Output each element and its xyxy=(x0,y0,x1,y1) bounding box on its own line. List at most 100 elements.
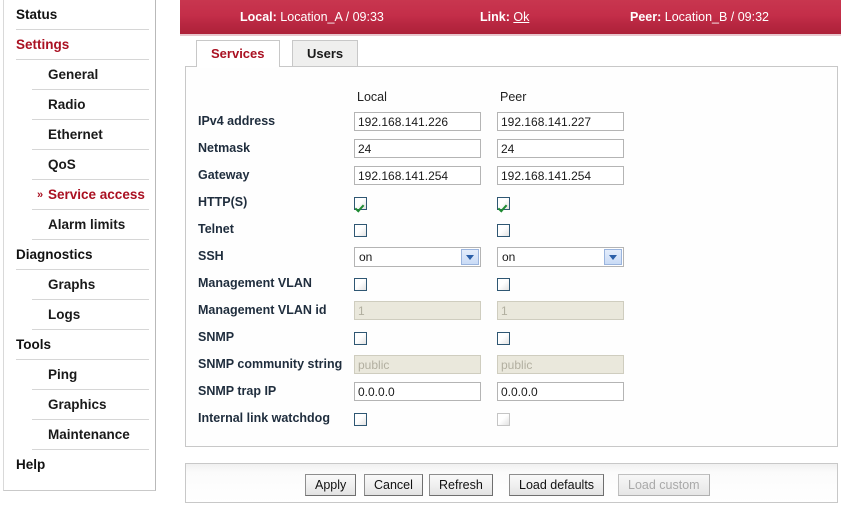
refresh-button[interactable]: Refresh xyxy=(429,474,493,496)
sidebar-item-status[interactable]: Status xyxy=(4,0,155,30)
status-link-value[interactable]: Ok xyxy=(513,10,529,24)
input-peer[interactable] xyxy=(497,139,624,158)
sidebar-item-graphics[interactable]: Graphics xyxy=(4,390,155,420)
sidebar-item-general[interactable]: General xyxy=(4,60,155,90)
input-local[interactable] xyxy=(354,139,481,158)
input-local[interactable] xyxy=(354,166,481,185)
sidebar-item-label: Settings xyxy=(16,37,70,52)
settings-row-label: Telnet xyxy=(198,222,234,236)
settings-row-list: IPv4 address Netmask Gateway HTTP(S) Telnet S… xyxy=(186,111,837,435)
tab-strip: Services Users xyxy=(180,40,841,68)
sidebar-item-label: Help xyxy=(16,457,46,472)
select-peer[interactable]: on xyxy=(497,247,624,267)
app-window: Status Settings General Radio Ethernet QoS » Se… xyxy=(0,0,841,509)
settings-row-label: Management VLAN id xyxy=(198,303,327,317)
settings-row-label: HTTP(S) xyxy=(198,195,248,209)
loadcus-button: Load custom xyxy=(618,474,710,496)
chevron-down-icon[interactable] xyxy=(604,249,622,265)
column-header-peer: Peer xyxy=(500,90,527,104)
status-local: Local: Location_A / 09:33 xyxy=(240,0,384,36)
input-local xyxy=(354,355,481,374)
input-local[interactable] xyxy=(354,112,481,131)
sidebar-item-label: General xyxy=(48,67,99,82)
tab-users[interactable]: Users xyxy=(292,40,359,66)
settings-row: SNMP community string xyxy=(186,354,837,381)
apply-button[interactable]: Apply xyxy=(305,474,357,496)
sidebar-item-label: Diagnostics xyxy=(16,247,93,262)
status-local-prefix: Local: xyxy=(240,10,277,24)
status-peer-prefix: Peer: xyxy=(630,10,662,24)
checkbox-local[interactable] xyxy=(354,332,367,345)
sidebar-item-graphs[interactable]: Graphs xyxy=(4,270,155,300)
sidebar-item-diagnostics[interactable]: Diagnostics xyxy=(4,240,155,270)
sidebar-item-service-access[interactable]: » Service access xyxy=(4,180,155,210)
settings-row: SSH on on xyxy=(186,246,837,273)
sidebar-item-label: Status xyxy=(16,7,58,22)
sidebar-item-label: Alarm limits xyxy=(48,217,126,232)
sidebar-item-label: Service access xyxy=(48,187,145,202)
status-peer: Peer: Location_B / 09:32 xyxy=(630,0,769,36)
selected-arrow-icon: » xyxy=(37,189,44,201)
checkbox-local[interactable] xyxy=(354,224,367,237)
select-value: on xyxy=(502,250,516,264)
sidebar-item-label: Ping xyxy=(48,367,78,382)
column-header-local: Local xyxy=(357,90,387,104)
settings-row: SNMP xyxy=(186,327,837,354)
settings-row: Telnet xyxy=(186,219,837,246)
settings-row-label: Netmask xyxy=(198,141,251,155)
sidebar-item-ethernet[interactable]: Ethernet xyxy=(4,120,155,150)
checkbox-local[interactable] xyxy=(354,278,367,291)
input-peer[interactable] xyxy=(497,112,624,131)
chevron-down-icon[interactable] xyxy=(461,249,479,265)
sidebar-item-label: Maintenance xyxy=(48,427,130,442)
sidebar-item-label: QoS xyxy=(48,157,76,172)
sidebar-item-label: Tools xyxy=(16,337,51,352)
settings-row: Gateway xyxy=(186,165,837,192)
checkbox-local[interactable] xyxy=(354,197,367,210)
sidebar-item-help[interactable]: Help xyxy=(4,450,155,480)
input-peer[interactable] xyxy=(497,166,624,185)
input-local[interactable] xyxy=(354,382,481,401)
sidebar-item-alarm-limits[interactable]: Alarm limits xyxy=(4,210,155,240)
settings-row: HTTP(S) xyxy=(186,192,837,219)
settings-row: SNMP trap IP xyxy=(186,381,837,408)
input-peer[interactable] xyxy=(497,382,624,401)
settings-row-label: Gateway xyxy=(198,168,250,182)
sidebar-item-label: Graphics xyxy=(48,397,107,412)
checkbox-peer[interactable] xyxy=(497,197,510,210)
sidebar-item-maintenance[interactable]: Maintenance xyxy=(4,420,155,450)
checkbox-peer[interactable] xyxy=(497,332,510,345)
sidebar-item-ping[interactable]: Ping xyxy=(4,360,155,390)
settings-row: Internal link watchdog xyxy=(186,408,837,435)
settings-row-label: SNMP xyxy=(198,330,235,344)
settings-row: IPv4 address xyxy=(186,111,837,138)
settings-row-label: Internal link watchdog xyxy=(198,411,330,425)
input-peer xyxy=(497,301,624,320)
sidebar-item-radio[interactable]: Radio xyxy=(4,90,155,120)
cancel-button[interactable]: Cancel xyxy=(364,474,423,496)
settings-row: Management VLAN xyxy=(186,273,837,300)
sidebar-item-label: Graphs xyxy=(48,277,96,292)
sidebar-item-tools[interactable]: Tools xyxy=(4,330,155,360)
tab-services[interactable]: Services xyxy=(196,40,280,67)
status-link: Link: Ok xyxy=(480,0,529,36)
services-settings-panel: Local Peer IPv4 address Netmask Gateway HTT… xyxy=(185,66,838,447)
sidebar-item-qos[interactable]: QoS xyxy=(4,150,155,180)
status-link-prefix: Link: xyxy=(480,10,510,24)
settings-row: Netmask xyxy=(186,138,837,165)
main-content: Local: Location_A / 09:33 Link: Ok Peer:… xyxy=(180,0,841,509)
sidebar-item-settings[interactable]: Settings xyxy=(4,30,155,60)
active-tab-notch xyxy=(197,65,275,68)
checkbox-local[interactable] xyxy=(354,413,367,426)
settings-row-label: SSH xyxy=(198,249,224,263)
status-bar: Local: Location_A / 09:33 Link: Ok Peer:… xyxy=(180,0,841,36)
checkbox-peer[interactable] xyxy=(497,224,510,237)
settings-row-label: IPv4 address xyxy=(198,114,276,128)
status-local-value: Location_A / 09:33 xyxy=(280,10,384,24)
select-local[interactable]: on xyxy=(354,247,481,267)
loaddef-button[interactable]: Load defaults xyxy=(509,474,605,496)
checkbox-peer[interactable] xyxy=(497,278,510,291)
settings-row-label: SNMP trap IP xyxy=(198,384,277,398)
sidebar-item-logs[interactable]: Logs xyxy=(4,300,155,330)
checkbox-peer xyxy=(497,413,510,426)
